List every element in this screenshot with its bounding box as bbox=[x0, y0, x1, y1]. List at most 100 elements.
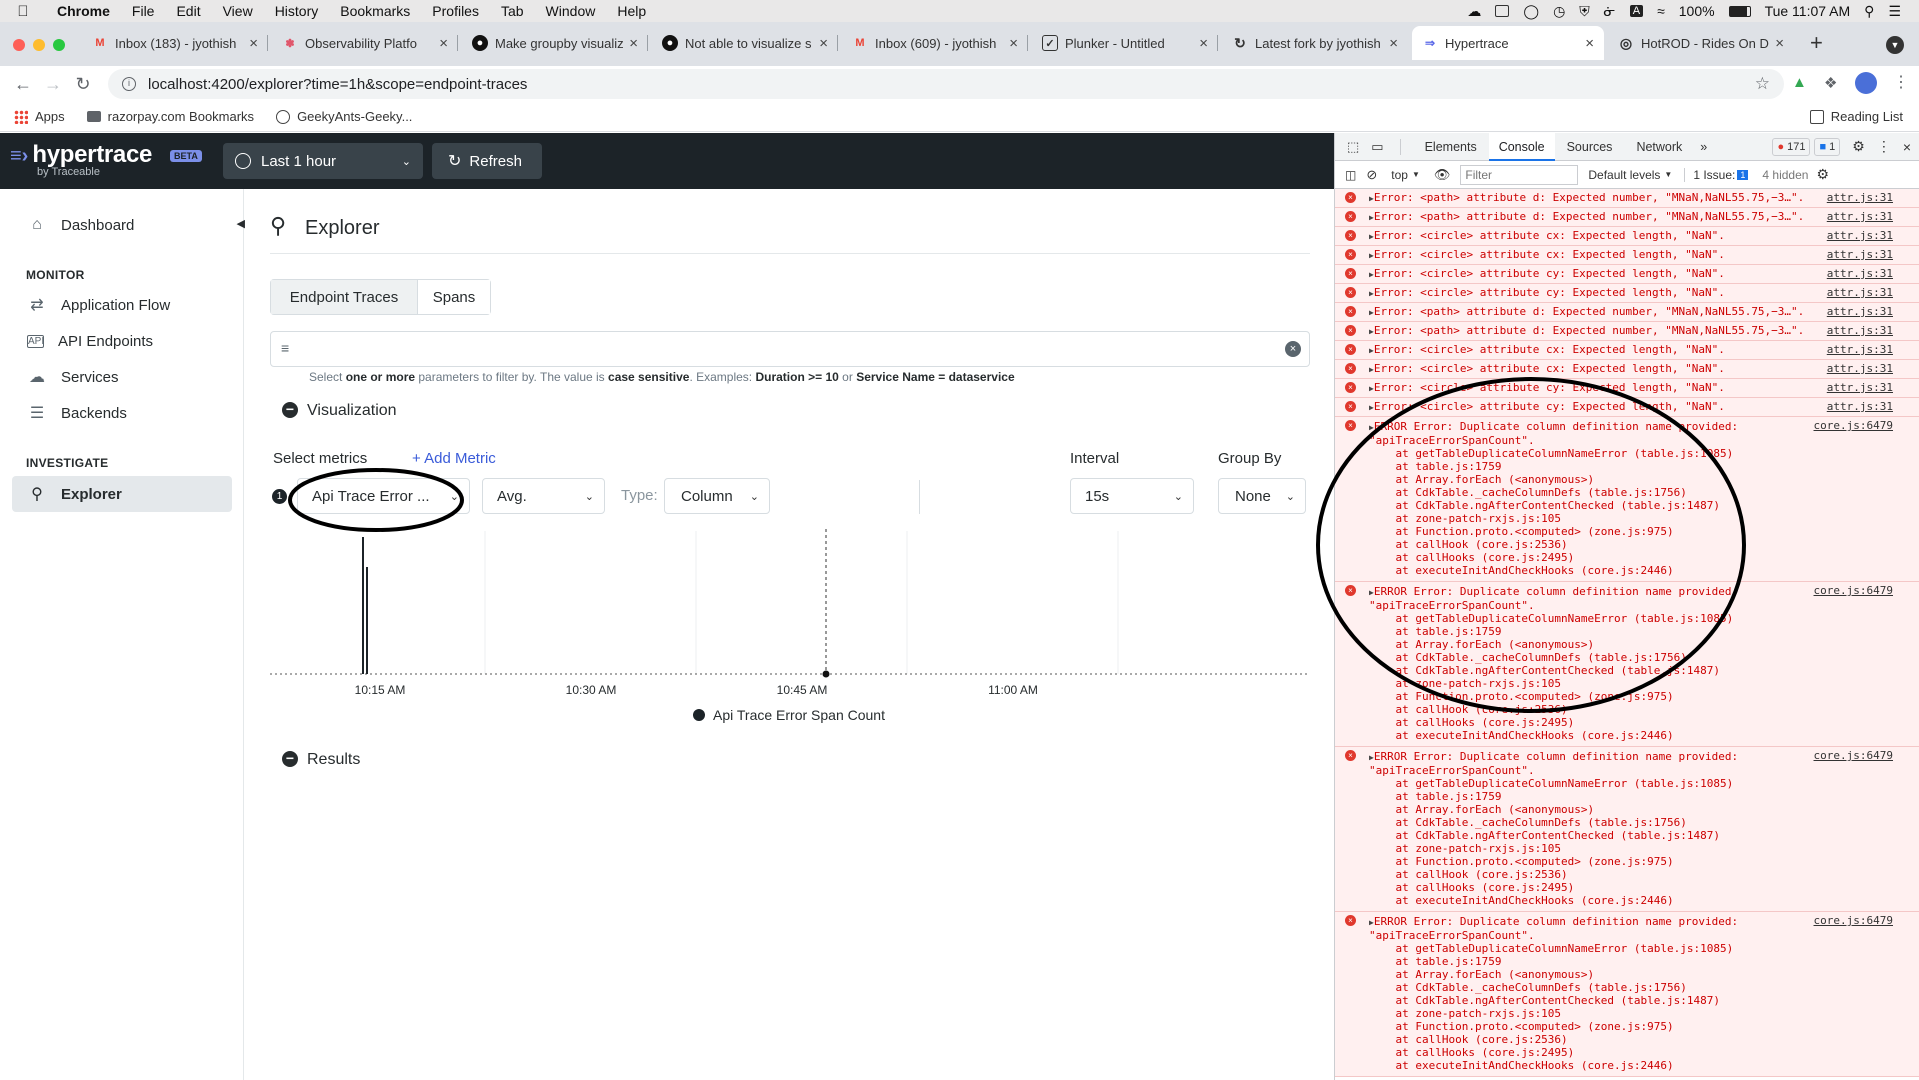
error-source-link[interactable]: attr.js:31 bbox=[1827, 248, 1893, 261]
stack-frame[interactable]: at callHooks (core.js:2495) bbox=[1369, 716, 1574, 729]
stack-frame[interactable]: at Array.forEach (<anonymous>) bbox=[1369, 968, 1594, 981]
browser-tab[interactable]: ↻ Latest fork by jyothish × bbox=[1222, 28, 1408, 58]
reading-list-button[interactable]: Reading List bbox=[1809, 109, 1903, 124]
clear-filter-icon[interactable]: × bbox=[1285, 341, 1301, 357]
error-source-link[interactable]: attr.js:31 bbox=[1827, 362, 1893, 375]
bookmark-geekyants[interactable]: GeekyAnts-Geeky... bbox=[276, 109, 412, 124]
error-source-link[interactable]: attr.js:31 bbox=[1827, 324, 1893, 337]
context-select[interactable]: top ▼ bbox=[1391, 168, 1420, 182]
status-vpn-shield-icon[interactable]: ⛨ bbox=[1579, 3, 1590, 20]
bookmark-razorpay[interactable]: razorpay.com Bookmarks bbox=[86, 109, 254, 124]
bookmark-star-icon[interactable]: ☆ bbox=[1755, 74, 1770, 94]
error-source-link[interactable]: attr.js:31 bbox=[1827, 286, 1893, 299]
visualization-section-title[interactable]: Visualization bbox=[307, 402, 397, 420]
window-zoom-button[interactable] bbox=[53, 39, 65, 51]
stack-frame[interactable]: at table.js:1759 bbox=[1369, 955, 1501, 968]
issues-button[interactable]: 1 Issue: 1 bbox=[1684, 167, 1749, 182]
browser-tab-active[interactable]: ⇒ Hypertrace × bbox=[1412, 26, 1604, 60]
browser-tab[interactable]: ◎ HotROD - Rides On De × bbox=[1608, 28, 1794, 58]
status-cloud-icon[interactable]: ☁ bbox=[1467, 3, 1481, 20]
extensions-puzzle-icon[interactable]: ❖ bbox=[1824, 74, 1837, 92]
close-devtools-icon[interactable]: × bbox=[1903, 139, 1911, 155]
browser-tab[interactable]: M Inbox (609) - jyothish × bbox=[842, 28, 1028, 58]
error-source-link[interactable]: core.js:6479 bbox=[1814, 584, 1893, 597]
browser-tab[interactable]: M Inbox (183) - jyothish × bbox=[82, 28, 268, 58]
status-display-icon[interactable] bbox=[1495, 5, 1510, 17]
stack-frame[interactable]: at Array.forEach (<anonymous>) bbox=[1369, 803, 1594, 816]
tab-close-icon[interactable]: × bbox=[1585, 35, 1594, 52]
error-count-badge[interactable]: ● 171 bbox=[1772, 137, 1811, 156]
menu-history[interactable]: History bbox=[264, 3, 330, 19]
stack-frame[interactable]: at callHook (core.js:2536) bbox=[1369, 868, 1567, 881]
console-sidebar-icon[interactable]: ◫ bbox=[1345, 168, 1356, 182]
tab-close-icon[interactable]: × bbox=[1009, 35, 1018, 52]
menu-edit[interactable]: Edit bbox=[165, 3, 211, 19]
error-source-link[interactable]: attr.js:31 bbox=[1827, 305, 1893, 318]
stack-frame[interactable]: at CdkTable.ngAfterContentChecked (table… bbox=[1369, 829, 1720, 842]
menu-window[interactable]: Window bbox=[535, 3, 607, 19]
menu-file[interactable]: File bbox=[121, 3, 166, 19]
console-error-row[interactable]: × ▶Error: <circle> attribute cx: Expected… bbox=[1335, 341, 1919, 360]
window-close-button[interactable] bbox=[13, 39, 25, 51]
tab-close-icon[interactable]: × bbox=[1199, 35, 1208, 52]
inspect-element-icon[interactable]: ⬚ bbox=[1347, 139, 1359, 155]
sidebar-item-api-endpoints[interactable]: API API Endpoints bbox=[12, 323, 232, 359]
url-text[interactable]: localhost:4200/explorer?time=1h&scope=en… bbox=[148, 76, 527, 93]
browser-tab[interactable]: ✽ Observability Platfo × bbox=[272, 28, 458, 58]
menu-tab[interactable]: Tab bbox=[490, 3, 535, 19]
tab-network[interactable]: Network bbox=[1624, 140, 1694, 154]
console-error-row[interactable]: × ▶Error: <path> attribute d: Expected nu… bbox=[1335, 322, 1919, 341]
log-levels-select[interactable]: Default levels ▼ bbox=[1588, 168, 1672, 182]
tab-sources[interactable]: Sources bbox=[1555, 140, 1625, 154]
error-source-link[interactable]: attr.js:31 bbox=[1827, 381, 1893, 394]
group-by-select[interactable]: None ⌄ bbox=[1218, 478, 1306, 514]
forward-arrow-icon[interactable]: → bbox=[38, 74, 68, 95]
console-filter-input[interactable] bbox=[1460, 164, 1579, 185]
profile-avatar[interactable] bbox=[1855, 72, 1877, 94]
interval-select[interactable]: 15s ⌄ bbox=[1070, 478, 1194, 514]
stack-frame[interactable]: at callHooks (core.js:2495) bbox=[1369, 1046, 1574, 1059]
error-source-link[interactable]: attr.js:31 bbox=[1827, 191, 1893, 204]
stack-frame[interactable]: at Function.proto.<computed> (zone.js:97… bbox=[1369, 1020, 1673, 1033]
collapse-results-icon[interactable]: − bbox=[282, 751, 298, 767]
stack-frame[interactable]: at CdkTable._cacheColumnDefs (table.js:1… bbox=[1369, 981, 1686, 994]
tab-search-icon[interactable]: ▼ bbox=[1886, 36, 1904, 54]
console-settings-gear-icon[interactable]: ⚙ bbox=[1816, 166, 1829, 183]
message-count-badge[interactable]: ■ 1 bbox=[1814, 137, 1841, 156]
back-arrow-icon[interactable]: ← bbox=[8, 74, 38, 95]
console-error-row[interactable]: × ▶Error: <circle> attribute cy: Expected… bbox=[1335, 265, 1919, 284]
error-source-link[interactable]: attr.js:31 bbox=[1827, 267, 1893, 280]
bookmark-apps[interactable]: Apps bbox=[14, 109, 65, 124]
new-tab-button[interactable]: + bbox=[1810, 30, 1823, 56]
console-error-row[interactable]: × ▶Error: <circle> attribute cx: Expected… bbox=[1335, 227, 1919, 246]
filter-input[interactable]: ≡ × bbox=[270, 331, 1310, 367]
devtools-menu-icon[interactable]: ⋮ bbox=[1877, 138, 1891, 155]
stack-frame[interactable]: at callHooks (core.js:2495) bbox=[1369, 881, 1574, 894]
tab-endpoint-traces[interactable]: Endpoint Traces bbox=[271, 280, 418, 314]
tab-close-icon[interactable]: × bbox=[439, 35, 448, 52]
status-a-icon[interactable]: A bbox=[1629, 5, 1644, 17]
tab-close-icon[interactable]: × bbox=[629, 35, 638, 52]
menu-bookmarks[interactable]: Bookmarks bbox=[329, 3, 421, 19]
sidebar-item-explorer[interactable]: ⚲ Explorer bbox=[12, 476, 232, 512]
menu-view[interactable]: View bbox=[212, 3, 264, 19]
menu-app-name[interactable]: Chrome bbox=[46, 3, 121, 19]
console-error-row[interactable]: × ▶Error: <path> attribute d: Expected nu… bbox=[1335, 208, 1919, 227]
stack-frame[interactable]: at getTableDuplicateColumnNameError (tab… bbox=[1369, 942, 1733, 955]
site-info-icon[interactable]: i bbox=[122, 77, 136, 91]
tab-elements[interactable]: Elements bbox=[1413, 140, 1489, 154]
stack-frame[interactable]: at callHook (core.js:2536) bbox=[1369, 1033, 1567, 1046]
live-expression-eye-icon[interactable]: 👁 bbox=[1434, 167, 1451, 183]
error-source-link[interactable]: attr.js:31 bbox=[1827, 210, 1893, 223]
apple-icon[interactable]:  bbox=[0, 3, 46, 20]
hypertrace-logo[interactable]: ≡› hypertrace BETA by Traceable bbox=[10, 141, 202, 178]
console-error-row[interactable]: × ▶Error: <path> attribute d: Expected nu… bbox=[1335, 303, 1919, 322]
error-source-link[interactable]: attr.js:31 bbox=[1827, 400, 1893, 413]
browser-tab[interactable]: ● Not able to visualize s × bbox=[652, 28, 838, 58]
tab-console[interactable]: Console bbox=[1488, 132, 1555, 161]
chart-bar[interactable] bbox=[362, 537, 364, 674]
more-tabs-icon[interactable]: » bbox=[1694, 140, 1713, 154]
reload-icon[interactable]: ↻ bbox=[68, 74, 98, 95]
bluetooth-icon[interactable]: ᓃ bbox=[1604, 3, 1616, 20]
console-error-block[interactable]: × ▶ERROR Error: Duplicate column definiti… bbox=[1335, 747, 1919, 912]
